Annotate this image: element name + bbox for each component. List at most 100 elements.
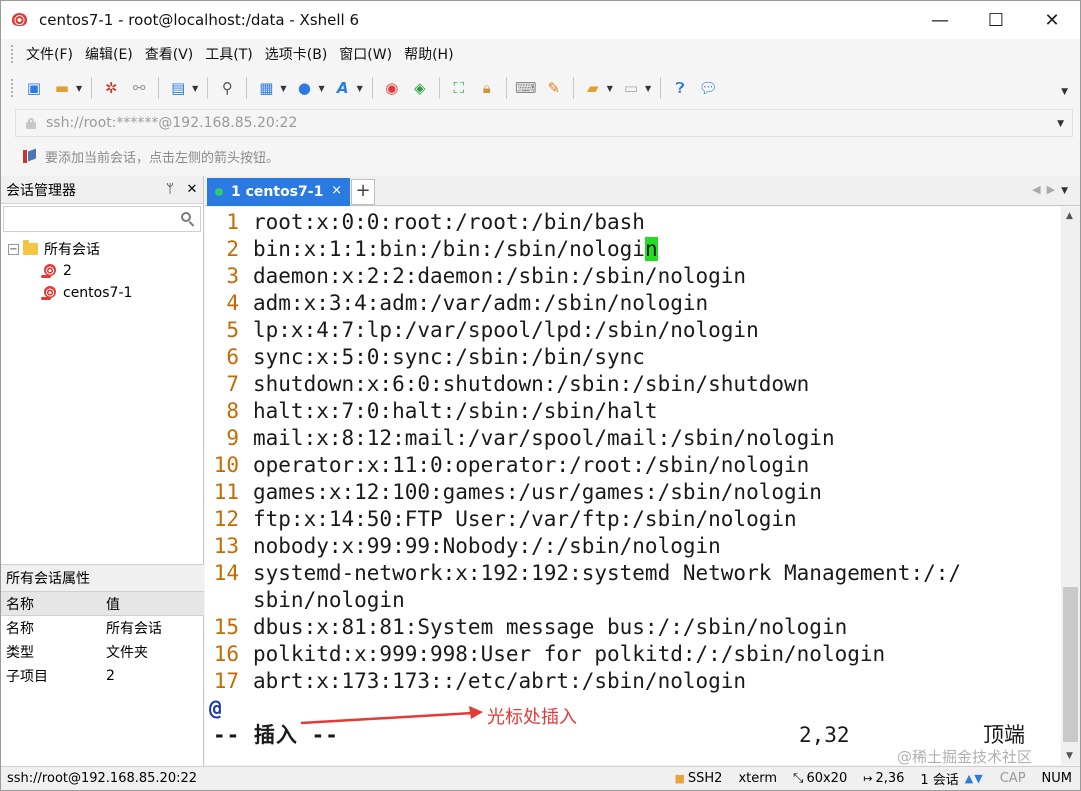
- disconnect-icon[interactable]: ⚯: [127, 76, 151, 100]
- open-dropdown-icon[interactable]: ▼: [76, 84, 82, 93]
- scrollbar-thumb[interactable]: [1063, 587, 1078, 742]
- session-search-input[interactable]: [3, 206, 201, 232]
- globe-icon[interactable]: ●: [292, 76, 316, 100]
- search-icon[interactable]: [180, 211, 196, 227]
- fullscreen-icon[interactable]: ⛶: [447, 76, 471, 100]
- font-icon[interactable]: A: [331, 76, 355, 100]
- terminal-line: 13 nobody:x:99:99:Nobody:/:/sbin/nologin: [213, 534, 721, 558]
- window-layout-icon[interactable]: ▭: [619, 76, 643, 100]
- status-cap: CAP: [999, 771, 1026, 786]
- tab-close-icon[interactable]: ×: [331, 183, 342, 198]
- tree-item-label: 2: [63, 263, 72, 279]
- tab-list-icon[interactable]: ▼: [1061, 186, 1074, 196]
- window-title: centos7-1 - root@localhost:/data - Xshel…: [39, 11, 360, 29]
- menu-bar: 文件(F) 编辑(E) 查看(V) 工具(T) 选项卡(B) 窗口(W) 帮助(…: [1, 39, 1080, 69]
- font-dropdown-icon[interactable]: ▼: [357, 84, 363, 93]
- terminal-line: 7 shutdown:x:6:0:shutdown:/sbin:/sbin/shu…: [226, 372, 810, 396]
- terminal-area[interactable]: 1 root:x:0:0:root:/root:/bin/bash 2 bin:x:…: [205, 207, 1061, 765]
- tab-navigation: ◀▶▼: [1032, 183, 1074, 196]
- lock-session-icon[interactable]: 🔒︎: [475, 76, 499, 100]
- connect-icon[interactable]: ✲: [99, 76, 123, 100]
- status-lock-icon: ■: [674, 772, 685, 785]
- keyboard-icon[interactable]: ⌨: [514, 76, 538, 100]
- menu-edit[interactable]: 编辑(E): [79, 44, 139, 64]
- globe-dropdown-icon[interactable]: ▼: [318, 84, 324, 93]
- menu-view[interactable]: 查看(V): [139, 44, 200, 64]
- terminal-line: 1 root:x:0:0:root:/root:/bin/bash: [226, 210, 645, 234]
- terminal-line: 15 dbus:x:81:81:System message bus:/:/sbi…: [213, 615, 848, 639]
- tab-prev-icon[interactable]: ◀: [1032, 183, 1046, 196]
- add-folder-icon[interactable]: ▰: [581, 76, 605, 100]
- property-key: 名称: [6, 621, 34, 637]
- terminal-line: 14 systemd-network:x:192:192:systemd Netw…: [213, 561, 962, 585]
- empty-line-marker: @: [209, 696, 222, 720]
- add-folder-dropdown-icon[interactable]: ▼: [607, 84, 613, 93]
- pin-icon[interactable]: ᛘ: [159, 182, 181, 197]
- terminal-line: 8 halt:x:7:0:halt:/sbin:/sbin/halt: [226, 399, 658, 423]
- tree-collapse-icon[interactable]: −: [8, 243, 19, 255]
- help-icon[interactable]: ❓︎: [668, 76, 692, 100]
- session-icon: [41, 286, 57, 300]
- properties-dropdown-icon[interactable]: ▼: [192, 84, 198, 93]
- minimize-button[interactable]: —: [912, 1, 968, 39]
- new-session-icon[interactable]: ▣: [22, 76, 46, 100]
- property-key: 类型: [6, 645, 34, 661]
- panel-close-icon[interactable]: ✕: [181, 182, 203, 197]
- xshell-icon[interactable]: ◉: [380, 76, 404, 100]
- menu-file[interactable]: 文件(F): [20, 44, 79, 64]
- tab-next-icon[interactable]: ▶: [1047, 183, 1061, 196]
- tree-item-label: centos7-1: [63, 285, 133, 301]
- tree-item-session-centos7-1[interactable]: centos7-1: [1, 282, 203, 304]
- address-text: ssh://root:******@192.168.85.20:22: [46, 115, 298, 131]
- address-dropdown-icon[interactable]: ▼: [1057, 119, 1064, 129]
- scroll-down-icon[interactable]: ▼: [1066, 751, 1073, 761]
- maximize-button[interactable]: ☐: [968, 1, 1024, 39]
- resize-icon: ⤡: [793, 771, 804, 786]
- session-manager-title: 会话管理器: [6, 182, 76, 199]
- toolbar-overflow-icon[interactable]: ▼: [1061, 87, 1068, 97]
- vim-mode-indicator: -- 插入 --: [213, 723, 339, 747]
- find-icon[interactable]: ⚲: [215, 76, 239, 100]
- menu-tools[interactable]: 工具(T): [199, 44, 258, 64]
- menu-help[interactable]: 帮助(H): [398, 44, 459, 64]
- open-folder-icon[interactable]: ▬: [50, 76, 74, 100]
- header-name[interactable]: 名称: [1, 592, 101, 615]
- terminal-line: 3 daemon:x:2:2:daemon:/sbin:/sbin/nologin: [226, 264, 747, 288]
- terminal-line: 2 bin:x:1:1:bin:/bin:/sbin/nologin: [226, 237, 658, 261]
- layout-dropdown-icon[interactable]: ▼: [280, 84, 286, 93]
- terminal-line: 11 games:x:12:100:games:/usr/games:/sbin/…: [213, 480, 822, 504]
- address-bar[interactable]: ssh://root:******@192.168.85.20:22 ▼: [15, 109, 1073, 137]
- layout-icon[interactable]: ▦: [254, 76, 278, 100]
- menu-window[interactable]: 窗口(W): [333, 44, 398, 64]
- highlight-pen-icon[interactable]: ✎: [542, 76, 566, 100]
- tree-item-label: 所有会话: [44, 242, 100, 258]
- header-value[interactable]: 值: [101, 592, 204, 615]
- close-button[interactable]: ✕: [1024, 1, 1080, 39]
- properties-title: 所有会话属性: [1, 564, 204, 592]
- scroll-up-icon[interactable]: ▲: [1066, 211, 1073, 221]
- add-session-arrow-icon[interactable]: [21, 148, 37, 164]
- terminal-scrollbar[interactable]: ▲ ▼: [1061, 207, 1080, 765]
- tree-item-session-2[interactable]: 2: [1, 260, 203, 282]
- terminal-line: 12 ftp:x:14:50:FTP User:/var/ftp:/sbin/no…: [213, 507, 797, 531]
- menu-tab[interactable]: 选项卡(B): [259, 44, 334, 64]
- info-text: 要添加当前会话，点击左侧的箭头按钮。: [45, 150, 280, 166]
- xshell-window: centos7-1 - root@localhost:/data - Xshel…: [0, 0, 1081, 791]
- tab-centos7-1[interactable]: 1 centos7-1 ×: [207, 178, 350, 206]
- property-value: 所有会话: [106, 621, 162, 637]
- window-layout-dropdown-icon[interactable]: ▼: [645, 84, 651, 93]
- window-controls: — ☐ ✕: [912, 1, 1080, 39]
- properties-icon[interactable]: ▤: [166, 76, 190, 100]
- session-tree: − 所有会话 2 centos7-1: [1, 234, 203, 304]
- xshell-app-icon: [11, 10, 31, 30]
- chat-icon[interactable]: 💬︎: [696, 76, 720, 100]
- properties-header-row: 名称 值: [1, 592, 204, 616]
- tree-item-all-sessions[interactable]: − 所有会话: [1, 238, 203, 260]
- title-bar: centos7-1 - root@localhost:/data - Xshel…: [1, 1, 1080, 39]
- xftp-icon[interactable]: ◈: [408, 76, 432, 100]
- connected-status-icon: [215, 188, 223, 196]
- properties-panel: 所有会话属性 名称 值 名称 所有会话 类型 文件夹 子项目 2: [1, 564, 204, 688]
- info-bar: 要添加当前会话，点击左侧的箭头按钮。: [15, 141, 1073, 171]
- new-tab-button[interactable]: +: [351, 179, 375, 205]
- terminal-line: 16 polkitd:x:999:998:User for polkitd:/:/…: [213, 642, 886, 666]
